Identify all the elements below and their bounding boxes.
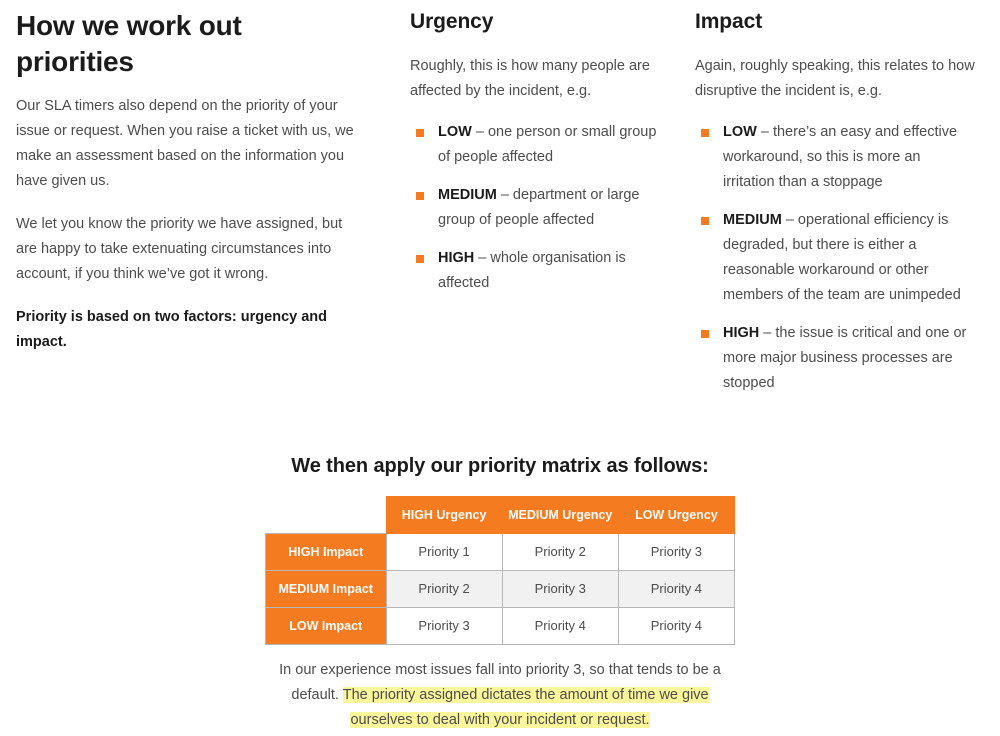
impact-level-description: – the issue is critical and one or more … (723, 325, 967, 391)
matrix-corner-cell (265, 496, 386, 533)
row-header-medium-impact: MEDIUM Impact (265, 569, 387, 608)
matrix-body: HIGH Impact Priority 1 Priority 2 Priori… (265, 532, 736, 645)
impact-level-description: – there’s an easy and effective workarou… (723, 124, 958, 190)
matrix-cell: Priority 3 (385, 606, 503, 645)
matrix-cell: Priority 1 (385, 532, 503, 571)
priority-matrix-table: HIGH Urgency MEDIUM Urgency LOW Urgency … (265, 496, 736, 645)
column-header-low-urgency: LOW Urgency (617, 496, 736, 534)
table-row: HIGH Impact Priority 1 Priority 2 Priori… (265, 532, 736, 571)
urgency-heading: Urgency (410, 10, 494, 33)
impact-level-label: LOW (723, 124, 757, 140)
column-header-high-urgency: HIGH Urgency (385, 496, 503, 534)
matrix-cell: Priority 3 (501, 569, 619, 608)
list-item: MEDIUM – department or large group of pe… (410, 183, 665, 233)
impact-intro: Again, roughly speaking, this relates to… (695, 58, 975, 99)
urgency-intro: Roughly, this is how many people are aff… (410, 58, 650, 99)
matrix-cell: Priority 2 (385, 569, 503, 608)
urgency-level-label: LOW (438, 124, 472, 140)
matrix-cell: Priority 3 (617, 532, 736, 571)
row-header-low-impact: LOW Impact (265, 606, 387, 645)
urgency-level-label: HIGH (438, 250, 475, 266)
list-item: LOW – there’s an easy and effective work… (695, 120, 975, 195)
impact-column: Impact Again, roughly speaking, this rel… (685, 0, 1000, 396)
square-bullet-icon (416, 129, 424, 137)
matrix-cell: Priority 2 (501, 532, 619, 571)
impact-level-label: HIGH (723, 325, 760, 341)
impact-level-label: MEDIUM (723, 212, 782, 228)
matrix-cell: Priority 4 (617, 569, 736, 608)
priority-matrix-section: We then apply our priority matrix as fol… (0, 452, 1000, 645)
row-header-high-impact: HIGH Impact (265, 532, 387, 571)
urgency-level-label: MEDIUM (438, 187, 497, 203)
intro-paragraph-1: Our SLA timers also depend on the priori… (16, 98, 354, 189)
list-item: HIGH – whole organisation is affected (410, 246, 665, 296)
urgency-list: LOW – one person or small group of peopl… (410, 120, 665, 296)
footer-note-section: In our experience most issues fall into … (0, 658, 1000, 733)
list-item: MEDIUM – operational efficiency is degra… (695, 208, 975, 308)
matrix-header-row-group: HIGH Urgency MEDIUM Urgency LOW Urgency (265, 496, 736, 534)
intro-paragraph-2: We let you know the priority we have ass… (16, 216, 343, 282)
square-bullet-icon (416, 255, 424, 263)
list-item: HIGH – the issue is critical and one or … (695, 321, 975, 396)
square-bullet-icon (416, 192, 424, 200)
table-header-row: HIGH Urgency MEDIUM Urgency LOW Urgency (265, 496, 736, 534)
urgency-column: Urgency Roughly, this is how many people… (400, 0, 685, 296)
impact-heading: Impact (695, 10, 763, 33)
content-columns: How we work out priorities Our SLA timer… (0, 0, 1000, 396)
table-row: MEDIUM Impact Priority 2 Priority 3 Prio… (265, 569, 736, 608)
table-row: LOW Impact Priority 3 Priority 4 Priorit… (265, 606, 736, 645)
square-bullet-icon (701, 129, 709, 137)
matrix-cell: Priority 4 (501, 606, 619, 645)
matrix-cell: Priority 4 (617, 606, 736, 645)
square-bullet-icon (701, 217, 709, 225)
list-item: LOW – one person or small group of peopl… (410, 120, 665, 170)
how-we-work-out-priorities-column: How we work out priorities Our SLA timer… (0, 0, 400, 373)
footer-note-highlighted: The priority assigned dictates the amoun… (342, 687, 709, 728)
impact-list: LOW – there’s an easy and effective work… (695, 120, 975, 396)
column-header-medium-urgency: MEDIUM Urgency (501, 496, 619, 534)
footer-note: In our experience most issues fall into … (265, 658, 735, 733)
page-title: How we work out priorities (16, 10, 242, 77)
square-bullet-icon (701, 330, 709, 338)
matrix-title: We then apply our priority matrix as fol… (291, 455, 709, 477)
priority-factors-note: Priority is based on two factors: urgenc… (16, 309, 328, 350)
